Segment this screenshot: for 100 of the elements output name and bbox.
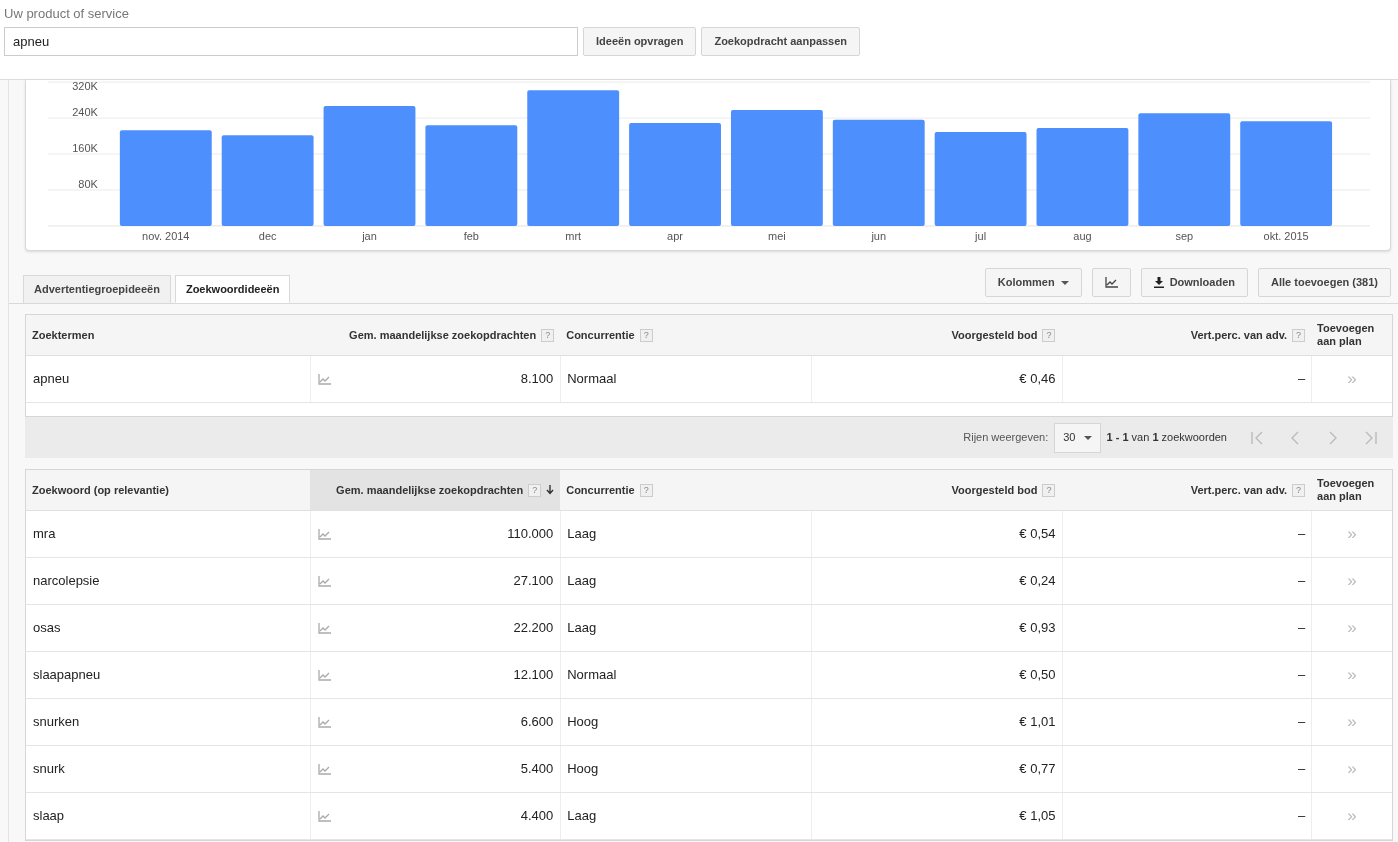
chart-bar[interactable] <box>425 125 518 226</box>
chart-bar[interactable] <box>527 90 620 226</box>
rows-label: Rijen weergeven: <box>963 430 1049 446</box>
tab[interactable]: Advertentiegroepideeën <box>23 275 171 303</box>
chart-bar[interactable] <box>221 135 314 226</box>
column-title: Toevoegen aan plan <box>1317 477 1376 503</box>
competition-cell-text: Laag <box>567 619 597 638</box>
impression-share-cell-text: – <box>1297 370 1306 389</box>
search-action-button[interactable]: Zoekopdracht aanpassen <box>701 27 861 56</box>
searches-cell-text: 6.600 <box>520 713 554 732</box>
competition-cell-text: Laag <box>567 525 597 544</box>
column-title: Concurrentie <box>566 482 635 498</box>
bid-cell-text: € 0,46 <box>1019 370 1056 389</box>
column-title: Gem. maandelijkse zoekopdrachten <box>349 327 537 343</box>
x-axis-label: dec <box>258 229 277 242</box>
column-header[interactable]: Concurrentie ? <box>560 470 811 510</box>
chart-bar[interactable] <box>730 110 823 226</box>
caret-icon <box>1060 280 1069 285</box>
rows-per-page-dropdown[interactable]: 30 <box>1054 422 1101 453</box>
column-title: Zoektermen <box>32 327 95 343</box>
x-axis-label: apr <box>667 229 683 242</box>
column-header[interactable]: Voorgesteld bod ? <box>810 470 1062 510</box>
bid-cell-text: € 0,93 <box>1019 619 1056 638</box>
chart-bar[interactable] <box>119 130 212 226</box>
y-axis-label: 160K <box>72 142 98 154</box>
first-page-icon[interactable] <box>1250 430 1264 445</box>
bid-cell-text: € 0,54 <box>1019 525 1056 544</box>
trend-chart-icon[interactable] <box>317 575 331 587</box>
searches-cell-text: 110.000 <box>507 525 554 544</box>
column-title: Concurrentie <box>566 327 635 343</box>
chart-bar[interactable] <box>934 132 1027 226</box>
chart-button[interactable] <box>1091 268 1131 297</box>
download-button[interactable]: Downloaden <box>1140 268 1248 297</box>
x-axis-label: okt. 2015 <box>1263 229 1309 242</box>
column-header[interactable]: Concurrentie ? <box>560 315 811 355</box>
y-axis-label: 240K <box>72 106 98 119</box>
last-page-icon[interactable] <box>1364 430 1378 445</box>
searches-cell-text: 22.200 <box>513 619 554 638</box>
x-axis-label: nov. 2014 <box>142 229 190 242</box>
column-header[interactable]: Zoekwoord (op relevantie) <box>26 470 310 510</box>
keyword-cell-text: slaap <box>33 807 65 826</box>
searches-cell-text: 4.400 <box>520 807 554 826</box>
product-input-field[interactable]: apneu <box>4 27 578 56</box>
tab[interactable]: Zoekwoordideeën <box>174 275 291 303</box>
keyword-cell-text: osas <box>33 619 61 638</box>
searches-cell-text: 5.400 <box>520 760 554 779</box>
column-title: Voorgesteld bod <box>951 327 1038 343</box>
column-title: Voorgesteld bod <box>951 482 1038 498</box>
impression-share-cell-text: – <box>1297 807 1306 826</box>
chart-bar[interactable] <box>323 105 416 226</box>
column-header[interactable]: Voorgesteld bod ? <box>810 315 1062 355</box>
column-header[interactable]: Gem. maandelijkse zoekopdrachten ? <box>309 470 561 510</box>
competition-cell-text: Normaal <box>567 666 617 685</box>
trend-chart-icon[interactable] <box>317 716 331 728</box>
chart-bar[interactable] <box>832 119 925 226</box>
trend-chart-icon[interactable] <box>317 622 331 634</box>
keyword-cell-text: narcolepsie <box>33 572 100 591</box>
chart-bar[interactable] <box>1240 121 1333 226</box>
y-axis-label: 320K <box>72 80 98 93</box>
chart-bar[interactable] <box>1138 113 1231 226</box>
bid-cell-text: € 0,77 <box>1019 760 1056 779</box>
impression-share-cell-text: – <box>1297 713 1306 732</box>
x-axis-label: jun <box>871 229 887 242</box>
columns-dropdown[interactable]: Kolommen <box>984 268 1082 297</box>
competition-cell-text: Laag <box>567 807 597 826</box>
impression-share-cell-text: – <box>1297 666 1306 685</box>
x-axis-label: jul <box>975 229 987 242</box>
add-all-button[interactable]: Alle toevoegen (381) <box>1258 268 1391 297</box>
chart-bar[interactable] <box>629 123 721 226</box>
keyword-cell-text: snurk <box>33 760 65 779</box>
trend-chart-icon[interactable] <box>317 763 331 775</box>
y-axis-label: 80K <box>78 177 98 190</box>
column-header[interactable]: Toevoegen aan plan <box>1311 470 1392 510</box>
chart-bar[interactable] <box>1036 127 1129 226</box>
column-title: Vert.perc. van adv. <box>1190 482 1288 498</box>
bid-cell-text: € 0,24 <box>1019 572 1056 591</box>
column-header[interactable]: Vert.perc. van adv. ? <box>1061 315 1312 355</box>
trend-chart-icon[interactable] <box>317 810 331 822</box>
range-text: 1 - 1 van 1 zoekwoorden <box>1106 430 1227 446</box>
bid-cell-text: € 1,05 <box>1019 807 1056 826</box>
x-axis-label: mrt <box>565 229 582 242</box>
column-header[interactable]: Zoektermen <box>26 315 310 355</box>
x-axis-label: feb <box>463 229 479 242</box>
field-label: Uw product of service <box>4 6 130 22</box>
trend-chart-icon[interactable] <box>317 373 331 385</box>
trend-chart-icon[interactable] <box>317 528 331 540</box>
column-header[interactable]: Toevoegen aan plan <box>1311 315 1392 355</box>
trend-chart-icon[interactable] <box>317 669 331 681</box>
searches-cell-text: 27.100 <box>513 572 554 591</box>
search-action-button[interactable]: Ideeën opvragen <box>583 27 697 56</box>
column-title: Vert.perc. van adv. <box>1190 327 1288 343</box>
competition-cell-text: Laag <box>567 572 597 591</box>
competition-cell-text: Normaal <box>567 370 617 389</box>
impression-share-cell-text: – <box>1297 525 1306 544</box>
keyword-cell-text: mra <box>33 525 56 544</box>
column-header[interactable]: Vert.perc. van adv. ? <box>1061 470 1312 510</box>
column-title: Zoekwoord (op relevantie) <box>32 482 169 498</box>
column-header[interactable]: Gem. maandelijkse zoekopdrachten ? <box>309 315 561 355</box>
competition-cell-text: Hoog <box>567 713 599 732</box>
bid-cell-text: € 0,50 <box>1019 666 1056 685</box>
